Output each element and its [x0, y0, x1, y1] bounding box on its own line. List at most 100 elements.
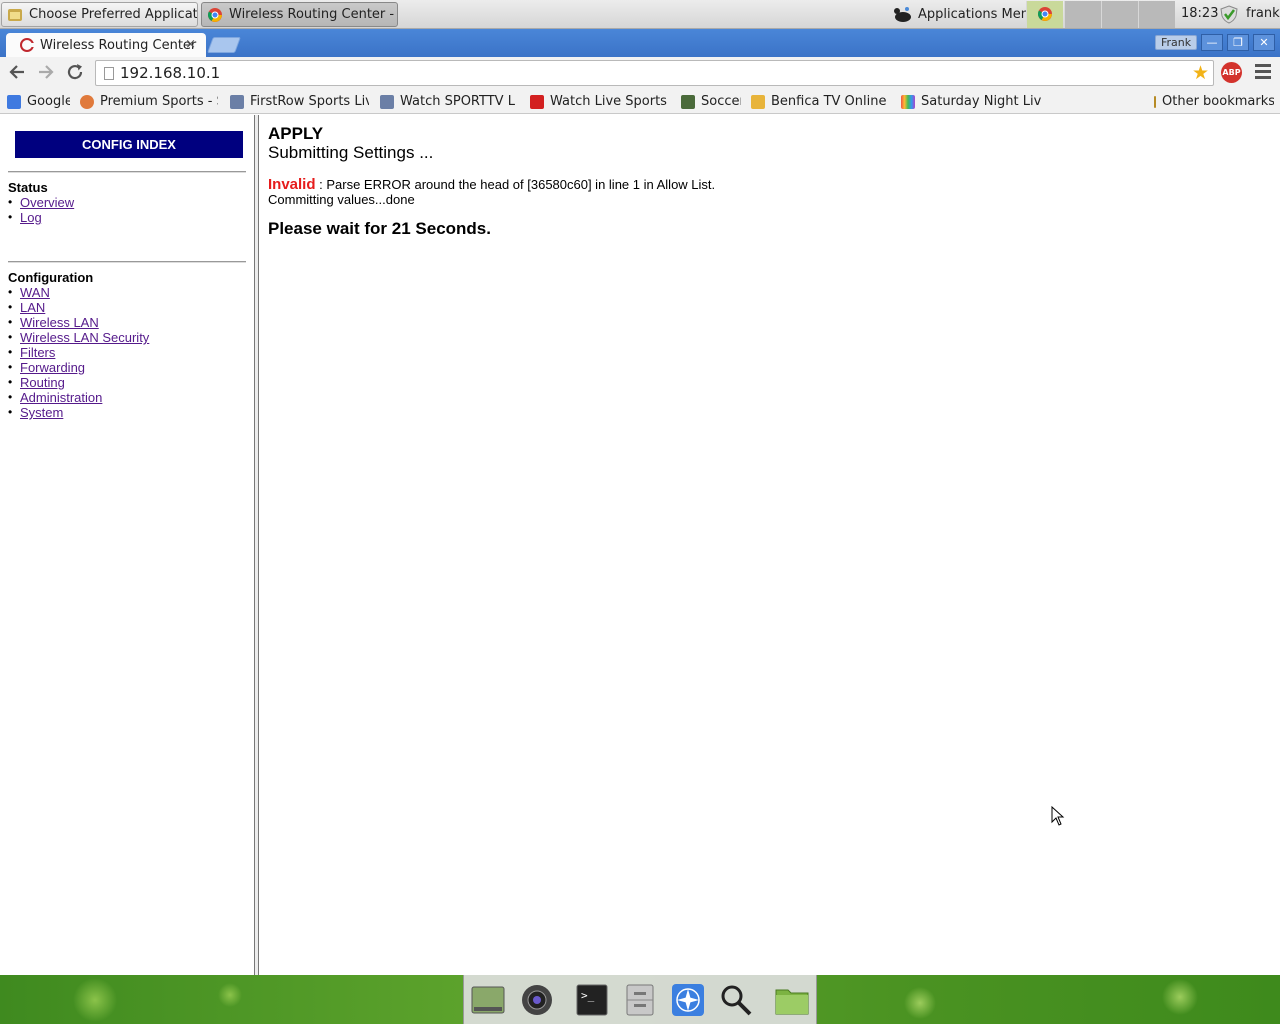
xfce-mouse-icon	[894, 6, 911, 22]
browser-tab-strip: Wireless Routing Center × Frank — ❐ ✕	[0, 29, 1280, 57]
clock[interactable]: 18:23	[1181, 6, 1218, 21]
bookmark-sporttv[interactable]: Watch SPORTTV Live	[380, 93, 516, 110]
link-system[interactable]: System	[20, 405, 63, 420]
folder-icon	[1154, 95, 1156, 108]
list-item: Routing	[8, 375, 149, 390]
application-icon	[8, 8, 22, 21]
restore-button[interactable]: ❐	[1227, 34, 1249, 51]
link-wireless-lan[interactable]: Wireless LAN	[20, 315, 99, 330]
back-arrow-icon	[9, 65, 24, 79]
forward-button[interactable]	[36, 63, 56, 83]
page-icon	[104, 67, 114, 80]
espn-icon	[530, 94, 544, 109]
search-icon[interactable]	[718, 983, 754, 1017]
link-wan[interactable]: WAN	[20, 285, 50, 300]
address-bar[interactable]: 192.168.10.1 ★	[95, 60, 1214, 86]
chrome-menu-icon[interactable]	[1255, 64, 1271, 80]
bookmark-label: Google	[27, 94, 70, 109]
workspace-2[interactable]	[1064, 1, 1101, 28]
url-text[interactable]: 192.168.10.1	[120, 64, 220, 82]
configuration-heading: Configuration	[8, 270, 94, 285]
link-log[interactable]: Log	[20, 210, 42, 225]
workspace-1[interactable]	[1026, 1, 1063, 28]
link-forwarding[interactable]: Forwarding	[20, 360, 85, 375]
web-browser-icon[interactable]	[670, 983, 706, 1017]
workspace-3[interactable]	[1101, 1, 1138, 28]
link-filters[interactable]: Filters	[20, 345, 55, 360]
error-text: : Parse ERROR around the head of [36580c…	[315, 177, 716, 192]
page-subtitle: Submitting Settings ...	[268, 143, 434, 162]
link-lan[interactable]: LAN	[20, 300, 45, 315]
error-message: Invalid : Parse ERROR around the head of…	[268, 176, 715, 193]
sporttv-icon	[380, 94, 394, 109]
list-item: WAN	[8, 285, 149, 300]
top-panel: Choose Preferred Application Wireless Ro…	[0, 0, 1280, 29]
folder-icon[interactable]	[774, 983, 810, 1017]
bookmark-saturday-night-live[interactable]: Saturday Night Live |	[901, 93, 1041, 110]
workspace-4[interactable]	[1138, 1, 1175, 28]
new-tab-button[interactable]	[207, 37, 241, 53]
other-bookmarks[interactable]: Other bookmarks	[1154, 93, 1274, 110]
nbc-icon	[901, 94, 915, 109]
bookmarks-bar: Google Premium Sports - Sp FirstRow Spor…	[0, 89, 1280, 114]
browser-toolbar: 192.168.10.1 ★ ABP	[0, 57, 1280, 89]
list-item: Wireless LAN	[8, 315, 149, 330]
close-window-button[interactable]: ✕	[1253, 34, 1275, 51]
dock: >_	[463, 975, 817, 1024]
list-item: LAN	[8, 300, 149, 315]
bookmark-premium-sports[interactable]: Premium Sports - Sp	[80, 93, 218, 110]
bookmark-label: Watch SPORTTV Live	[400, 94, 516, 109]
taskbar-item-label: Choose Preferred Application	[29, 7, 198, 22]
tab-close-icon[interactable]: ×	[185, 37, 196, 52]
profile-button[interactable]: Frank	[1155, 35, 1198, 50]
bookmark-label: Benfica TV Online em	[771, 94, 889, 109]
wait-message: Please wait for 21 Seconds.	[268, 219, 491, 238]
bookmark-watch-live-sports[interactable]: Watch Live Sports Ev	[530, 93, 669, 110]
minimize-button[interactable]: —	[1201, 34, 1223, 51]
file-cabinet-icon[interactable]	[622, 983, 658, 1017]
applications-menu[interactable]: Applications Menu	[893, 3, 1037, 26]
divider	[8, 171, 246, 173]
reload-button[interactable]	[65, 63, 85, 83]
camera-icon[interactable]	[519, 983, 555, 1017]
update-shield-icon[interactable]	[1219, 5, 1239, 24]
forward-arrow-icon	[39, 65, 54, 79]
back-button[interactable]	[7, 63, 27, 83]
link-wireless-lan-security[interactable]: Wireless LAN Security	[20, 330, 149, 345]
divider	[8, 261, 246, 263]
bookmark-label: Premium Sports - Sp	[100, 94, 218, 109]
link-administration[interactable]: Administration	[20, 390, 102, 405]
list-item: Forwarding	[8, 360, 149, 375]
bookmark-firstrow[interactable]: FirstRow Sports Live F	[230, 93, 369, 110]
applications-menu-label: Applications Menu	[918, 7, 1038, 22]
terminal-icon[interactable]: >_	[574, 983, 610, 1017]
config-index-header: CONFIG INDEX	[15, 131, 243, 158]
taskbar-item-choose-application[interactable]: Choose Preferred Application	[1, 2, 198, 27]
bookmark-label: Soccer	[701, 94, 741, 109]
premium-sports-icon	[80, 94, 94, 109]
site-favicon-icon	[20, 38, 35, 52]
list-item: Filters	[8, 345, 149, 360]
adblock-plus-icon[interactable]: ABP	[1221, 62, 1242, 83]
status-heading: Status	[8, 180, 48, 195]
desktop-icon[interactable]	[470, 983, 506, 1017]
config-sidebar: CONFIG INDEX Status Overview Log Configu…	[0, 115, 254, 975]
firstrow-icon	[230, 94, 244, 109]
bookmark-star-icon[interactable]: ★	[1192, 62, 1209, 84]
bookmark-label: Saturday Night Live |	[921, 94, 1041, 109]
link-routing[interactable]: Routing	[20, 375, 65, 390]
user-menu[interactable]: frank	[1246, 6, 1280, 21]
tab-wireless-routing-center[interactable]: Wireless Routing Center ×	[6, 33, 206, 57]
list-item: Wireless LAN Security	[8, 330, 149, 345]
taskbar-item-chrome[interactable]: Wireless Routing Center - G...	[201, 2, 398, 27]
reload-icon	[67, 64, 83, 80]
frame-divider[interactable]	[254, 115, 259, 975]
commit-status: Committing values...done	[268, 192, 415, 207]
bookmark-google[interactable]: Google	[7, 93, 70, 110]
other-bookmarks-label: Other bookmarks	[1162, 94, 1274, 109]
link-overview[interactable]: Overview	[20, 195, 74, 210]
page-title: APPLY	[268, 124, 324, 143]
bookmark-soccer[interactable]: Soccer	[681, 93, 741, 110]
bookmark-benfica-tv[interactable]: Benfica TV Online em	[751, 93, 889, 110]
google-icon	[7, 94, 21, 109]
